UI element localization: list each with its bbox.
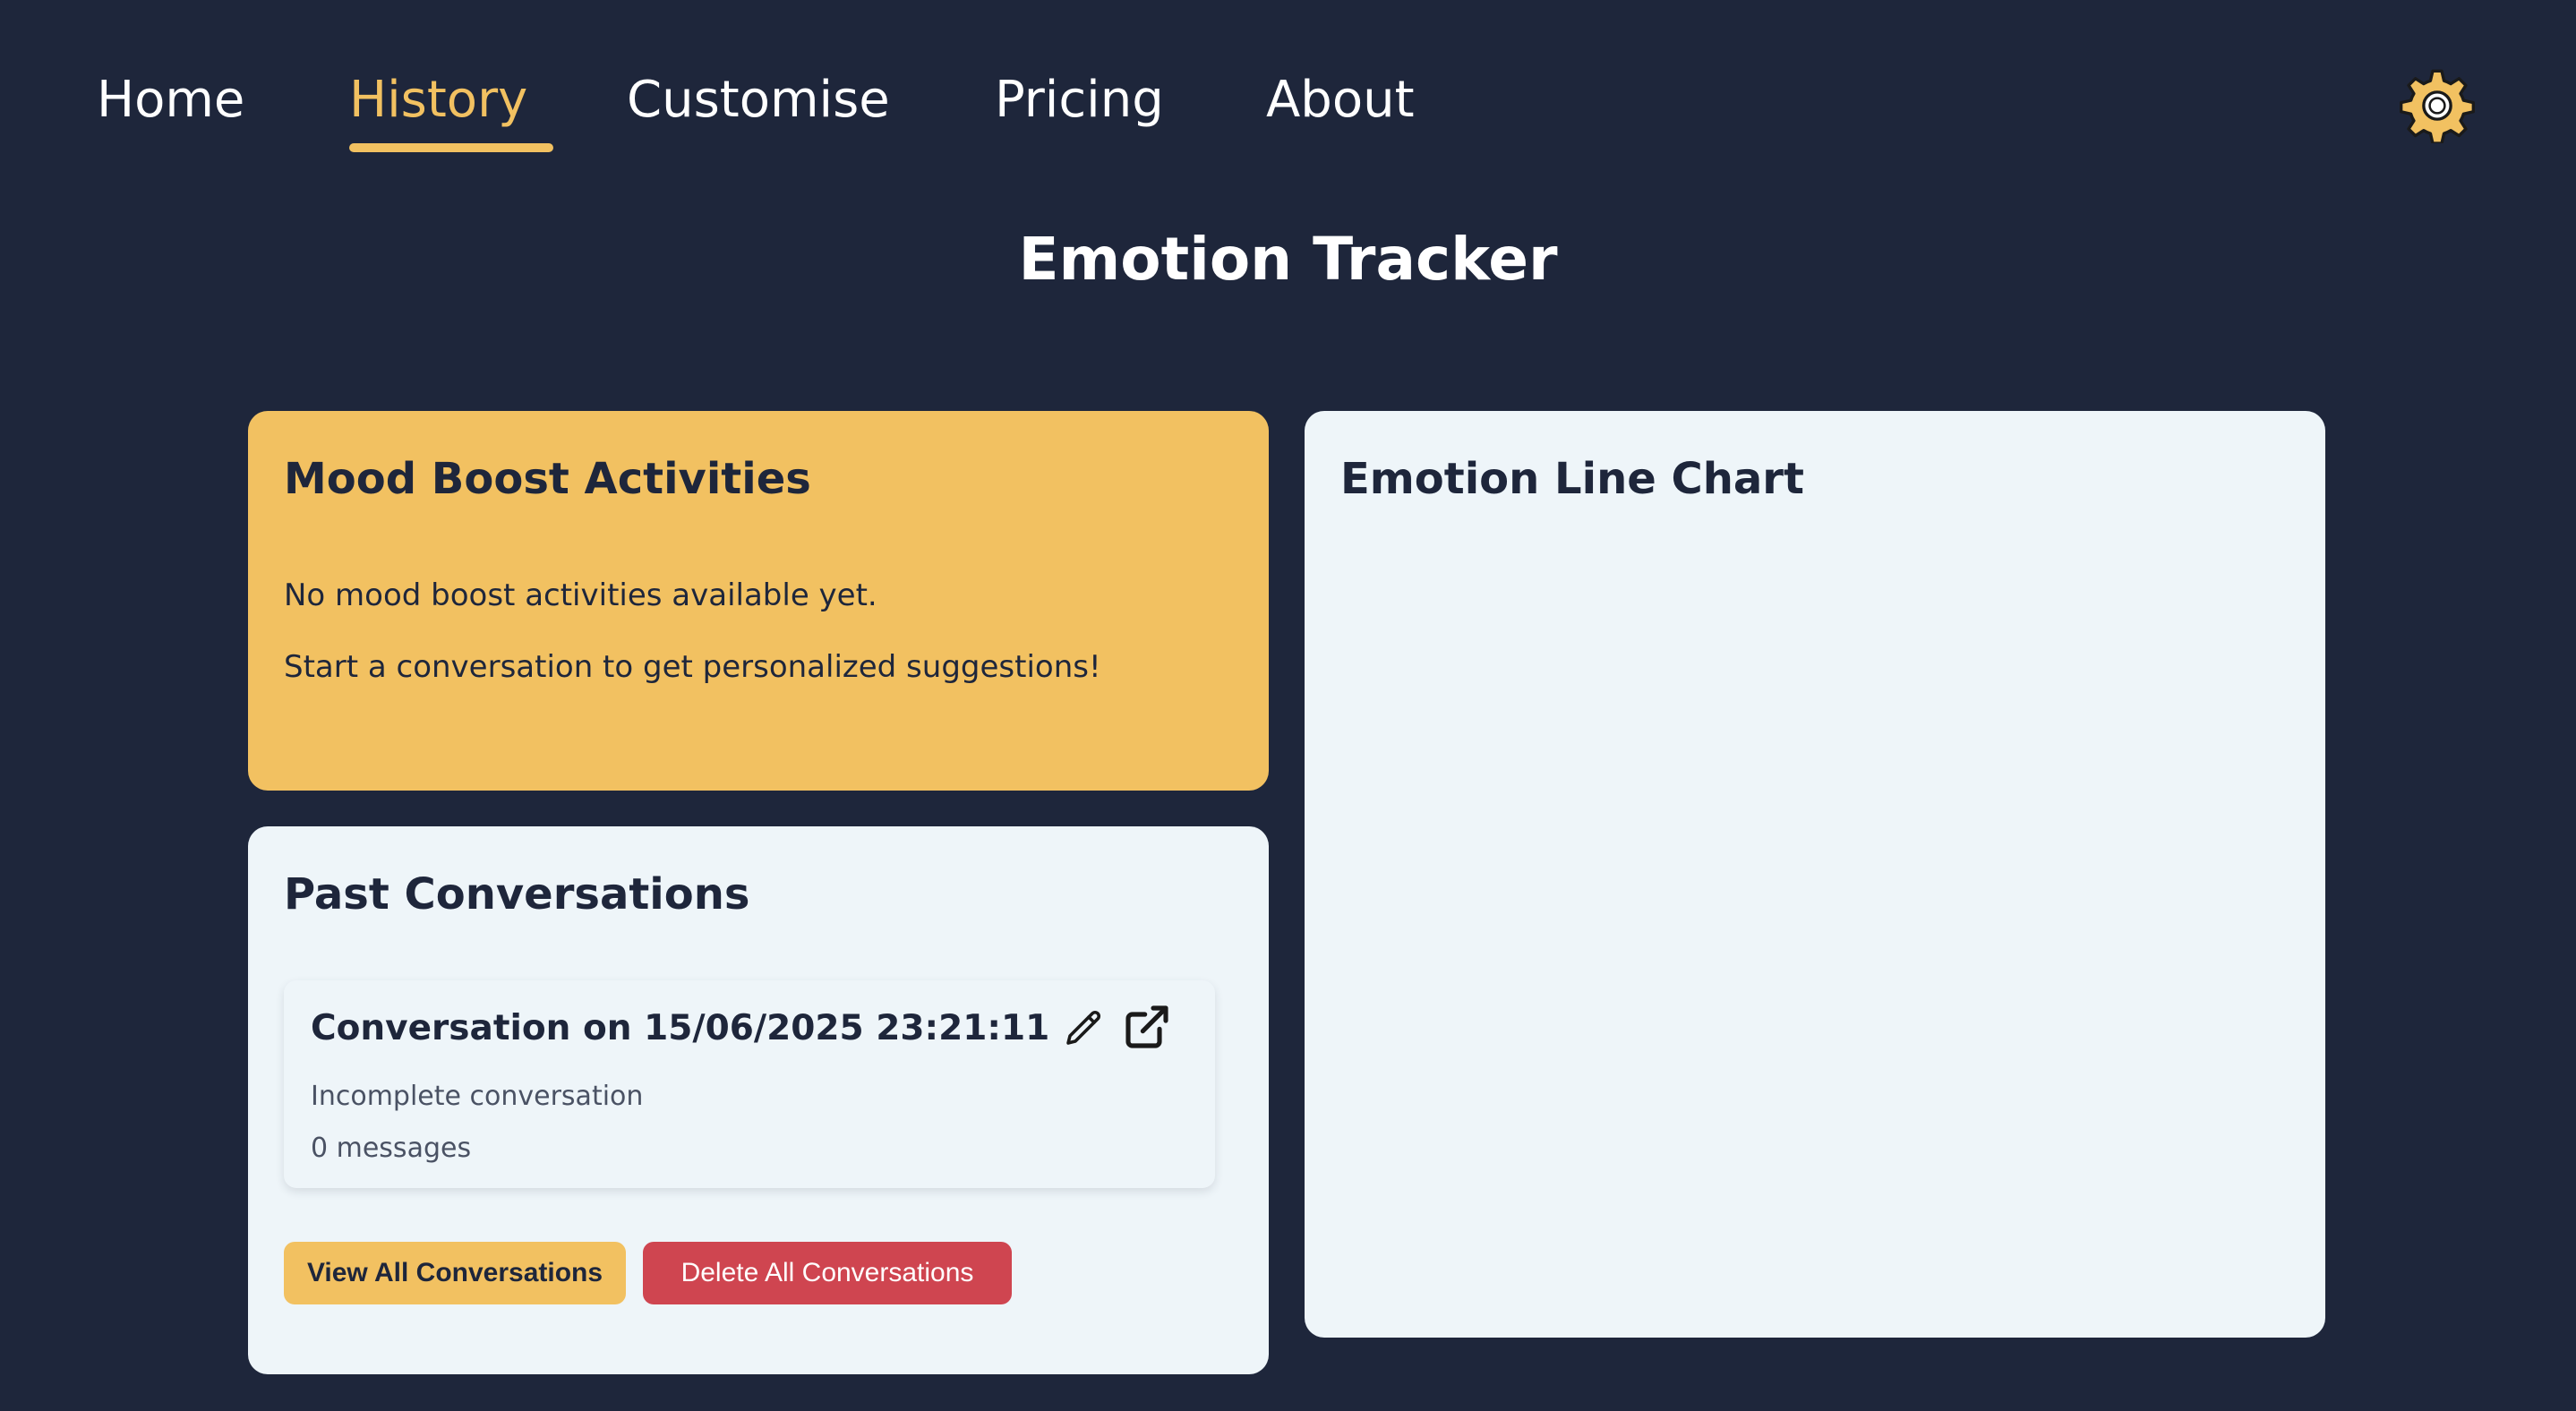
- top-nav: Home History Customise Pricing About: [0, 0, 2576, 179]
- nav-history[interactable]: History: [349, 66, 527, 134]
- page-title: Emotion Tracker: [1018, 225, 1558, 294]
- nav-about[interactable]: About: [1266, 66, 1415, 134]
- conversation-message-count: 0 messages: [311, 1133, 472, 1164]
- nav-pricing[interactable]: Pricing: [995, 66, 1164, 134]
- emotion-chart-title: Emotion Line Chart: [1340, 454, 1804, 504]
- mood-boost-hint: Start a conversation to get personalized…: [284, 649, 1101, 685]
- external-link-icon[interactable]: [1122, 1002, 1172, 1052]
- past-conversations-card: Past Conversations Conversation on 15/06…: [248, 826, 1269, 1374]
- app-page: Home History Customise Pricing About Emo…: [0, 0, 2576, 1411]
- mood-boost-card: Mood Boost Activities No mood boost acti…: [248, 411, 1269, 791]
- conversation-status: Incomplete conversation: [311, 1081, 644, 1112]
- conversation-title: Conversation on 15/06/2025 23:21:11: [311, 1008, 1050, 1048]
- pencil-icon[interactable]: [1063, 1007, 1106, 1050]
- emotion-chart-card: Emotion Line Chart: [1305, 411, 2325, 1338]
- nav-home[interactable]: Home: [97, 66, 244, 134]
- nav-active-indicator: [349, 143, 553, 152]
- delete-all-conversations-button[interactable]: Delete All Conversations: [643, 1242, 1012, 1304]
- view-all-conversations-button[interactable]: View All Conversations: [284, 1242, 626, 1304]
- mood-boost-empty-message: No mood boost activities available yet.: [284, 577, 877, 613]
- nav-customise[interactable]: Customise: [627, 66, 890, 134]
- conversation-item[interactable]: Conversation on 15/06/2025 23:21:11 Inco…: [284, 980, 1215, 1188]
- emotion-chart-area: [1340, 536, 2289, 1306]
- gear-icon[interactable]: [2400, 68, 2475, 145]
- past-conversations-title: Past Conversations: [284, 869, 750, 919]
- mood-boost-title: Mood Boost Activities: [284, 454, 811, 504]
